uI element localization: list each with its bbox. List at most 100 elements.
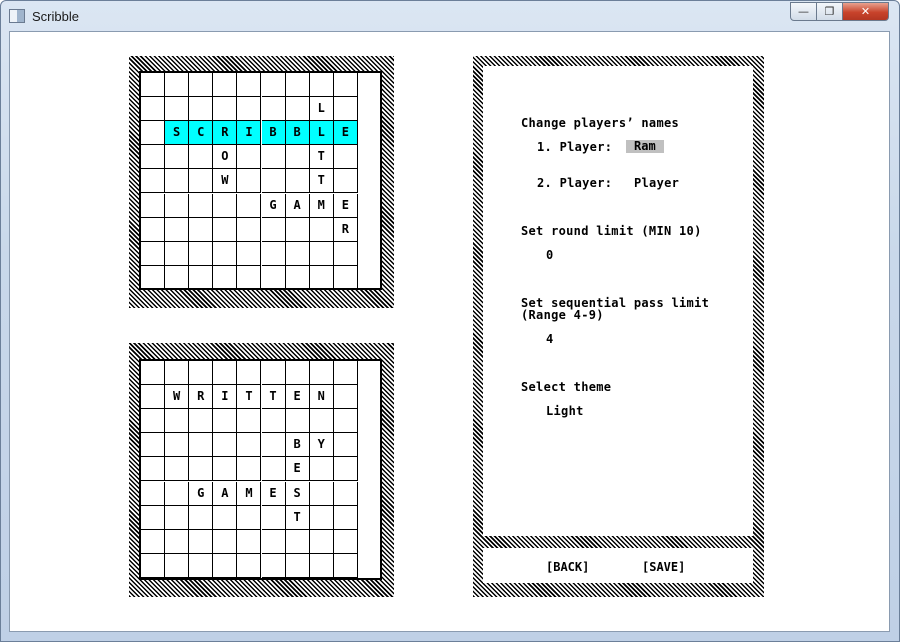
board-cell[interactable] <box>285 529 310 554</box>
board-cell[interactable] <box>141 553 166 578</box>
board-cell[interactable] <box>285 169 310 194</box>
board-cell[interactable] <box>237 73 262 98</box>
board-cell[interactable]: T <box>261 385 286 410</box>
board-cell[interactable] <box>309 217 334 242</box>
board-cell[interactable]: B <box>285 433 310 458</box>
board-cell[interactable] <box>213 97 238 122</box>
board-cell[interactable] <box>333 433 358 458</box>
board-cell[interactable] <box>141 217 166 242</box>
board-cell[interactable] <box>165 481 190 506</box>
board-cell[interactable] <box>333 169 358 194</box>
board-cell[interactable]: R <box>213 121 238 146</box>
board-cell[interactable]: A <box>285 193 310 218</box>
board-cell[interactable] <box>165 193 190 218</box>
board-cell[interactable] <box>141 457 166 482</box>
board-cell[interactable] <box>141 193 166 218</box>
board-cell[interactable] <box>165 553 190 578</box>
close-button[interactable]: ✕ <box>842 2 889 21</box>
board-cell[interactable]: I <box>213 385 238 410</box>
board-cell[interactable] <box>213 193 238 218</box>
board-cell[interactable] <box>309 241 334 266</box>
board-cell[interactable] <box>309 553 334 578</box>
board-cell[interactable] <box>309 73 334 98</box>
board-cell[interactable] <box>237 457 262 482</box>
back-button[interactable]: [BACK] <box>546 560 589 574</box>
theme-selector[interactable]: Light <box>546 404 584 418</box>
board-cell[interactable] <box>333 505 358 530</box>
board-cell[interactable] <box>189 457 214 482</box>
board-cell[interactable] <box>237 361 262 386</box>
board-cell[interactable] <box>333 481 358 506</box>
board-cell[interactable] <box>189 97 214 122</box>
board-cell[interactable] <box>189 433 214 458</box>
board-cell[interactable] <box>141 409 166 434</box>
board-cell[interactable] <box>189 265 214 290</box>
board-cell[interactable] <box>165 217 190 242</box>
board-cell[interactable] <box>309 505 334 530</box>
board-cell[interactable]: Y <box>309 433 334 458</box>
board-cell[interactable]: R <box>189 385 214 410</box>
board-cell[interactable] <box>261 241 286 266</box>
board-cell[interactable]: E <box>333 193 358 218</box>
board-cell[interactable]: W <box>165 385 190 410</box>
board-cell[interactable] <box>261 529 286 554</box>
board-cell[interactable] <box>141 241 166 266</box>
board-cell[interactable] <box>189 145 214 170</box>
board-cell[interactable] <box>189 241 214 266</box>
board-cell[interactable] <box>213 409 238 434</box>
board-cell[interactable]: T <box>309 169 334 194</box>
board-cell[interactable] <box>237 265 262 290</box>
board-cell[interactable] <box>261 457 286 482</box>
board-cell[interactable]: E <box>261 481 286 506</box>
board-cell[interactable] <box>165 265 190 290</box>
board-cell[interactable] <box>189 73 214 98</box>
board-cell[interactable] <box>141 73 166 98</box>
board-cell[interactable]: E <box>333 121 358 146</box>
board-cell[interactable] <box>261 505 286 530</box>
board-cell[interactable] <box>165 169 190 194</box>
board-cell[interactable] <box>189 553 214 578</box>
board-cell[interactable]: B <box>285 121 310 146</box>
board-cell[interactable] <box>237 193 262 218</box>
board-cell[interactable]: G <box>261 193 286 218</box>
board-cell[interactable] <box>261 145 286 170</box>
board-cell[interactable] <box>333 409 358 434</box>
board-cell[interactable] <box>285 97 310 122</box>
board-cell[interactable]: L <box>309 97 334 122</box>
board-cell[interactable] <box>333 361 358 386</box>
board-cell[interactable]: B <box>261 121 286 146</box>
board-cell[interactable]: L <box>309 121 334 146</box>
board-cell[interactable] <box>309 481 334 506</box>
board-cell[interactable] <box>261 433 286 458</box>
board-cell[interactable] <box>141 481 166 506</box>
player2-name-input[interactable]: Player <box>634 176 679 190</box>
board-cell[interactable] <box>333 145 358 170</box>
board-cell[interactable]: M <box>237 481 262 506</box>
board-cell[interactable] <box>141 145 166 170</box>
board-cell[interactable] <box>333 385 358 410</box>
board-cell[interactable] <box>165 457 190 482</box>
board-cell[interactable] <box>213 553 238 578</box>
board-cell[interactable] <box>237 433 262 458</box>
board-cell[interactable] <box>333 553 358 578</box>
board-cell[interactable] <box>165 145 190 170</box>
board-cell[interactable] <box>237 409 262 434</box>
board-cell[interactable] <box>285 265 310 290</box>
board-cell[interactable]: E <box>285 385 310 410</box>
board-cell[interactable] <box>333 73 358 98</box>
board-cell[interactable] <box>165 505 190 530</box>
board-cell[interactable]: W <box>213 169 238 194</box>
board-cell[interactable]: T <box>285 505 310 530</box>
board-cell[interactable] <box>141 97 166 122</box>
board-cell[interactable] <box>237 217 262 242</box>
board-cell[interactable] <box>237 505 262 530</box>
board-cell[interactable] <box>165 73 190 98</box>
board-cell[interactable] <box>141 505 166 530</box>
minimize-button[interactable]: — <box>790 2 817 21</box>
board-cell[interactable] <box>141 121 166 146</box>
board-cell[interactable] <box>309 361 334 386</box>
board-cell[interactable] <box>213 265 238 290</box>
board-cell[interactable]: I <box>237 121 262 146</box>
board-cell[interactable] <box>189 409 214 434</box>
board-cell[interactable] <box>309 457 334 482</box>
